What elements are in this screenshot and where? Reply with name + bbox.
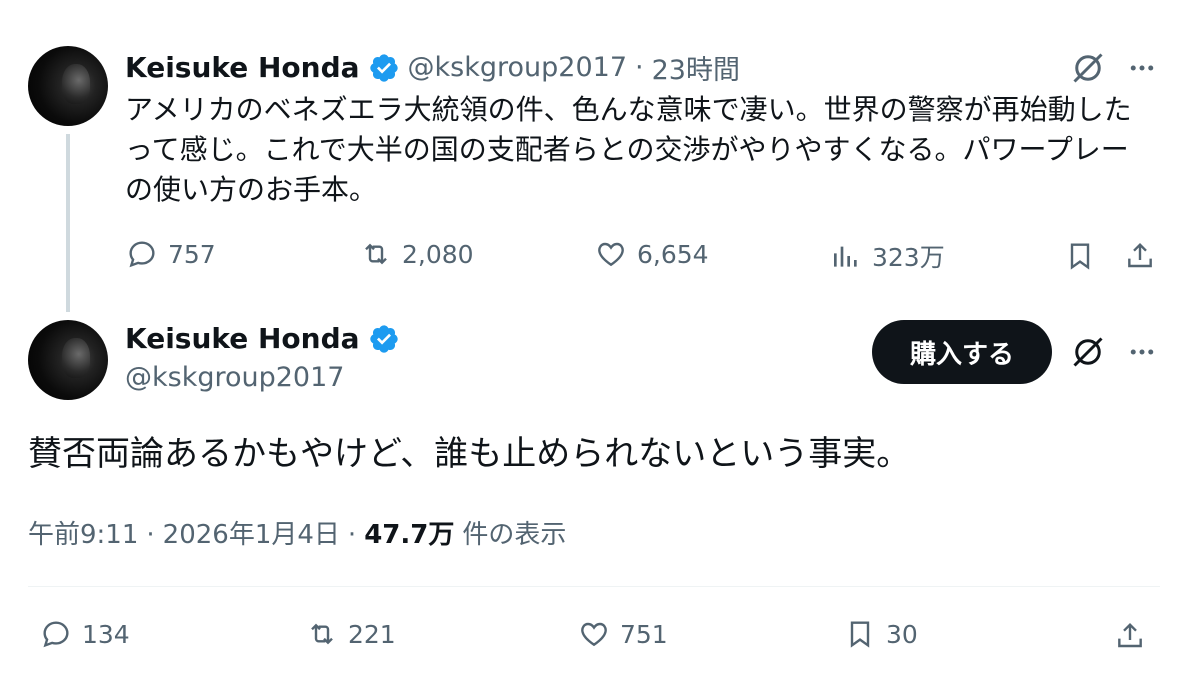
repost-count: 2,080 (402, 239, 474, 269)
repost-icon (365, 243, 387, 265)
bookmark-icon (850, 621, 870, 648)
handle[interactable]: @kskgroup2017 (408, 52, 627, 83)
more-dots-glyph (1130, 349, 1154, 355)
bookmark-count: 30 (886, 619, 918, 649)
verified-badge-icon (369, 324, 398, 353)
display-name[interactable]: Keisuke Honda (125, 322, 360, 355)
like-button[interactable]: 751 (578, 618, 668, 650)
heart-icon (598, 242, 624, 267)
share-button[interactable] (1122, 238, 1158, 274)
like-count: 6,654 (637, 239, 709, 269)
views-label: 件の表示 (462, 520, 567, 550)
repost-button[interactable]: 221 (306, 618, 396, 650)
views-button[interactable]: 323万 (830, 238, 945, 274)
tweet-text: アメリカのベネズエラ大統領の件、色んな意味で凄い。世界の警察が再始動したって感じ… (125, 93, 1132, 206)
views-count: 323万 (872, 243, 945, 272)
tweet-header: Keisuke Honda @kskgroup2017 · 23時間 (125, 48, 740, 87)
reply-count: 757 (168, 239, 216, 269)
reply-button[interactable]: 134 (40, 618, 130, 650)
avatar[interactable] (28, 46, 108, 126)
like-button[interactable]: 6,654 (595, 238, 709, 270)
tweet-date[interactable]: 2026年1月4日 (163, 514, 340, 551)
main-tweet-name-row: Keisuke Honda (125, 322, 400, 355)
more-dots-glyph (1130, 65, 1154, 71)
analytics-icon (834, 246, 857, 267)
avatar[interactable] (28, 320, 108, 400)
reply-count: 134 (82, 619, 130, 649)
separator: · (635, 52, 644, 83)
views-count: 47.7万 (364, 520, 455, 550)
verified-badge-icon (369, 53, 398, 82)
more-icon[interactable] (1122, 48, 1162, 88)
bookmark-icon (1070, 243, 1090, 270)
share-icon (1128, 242, 1152, 268)
reply-icon (129, 241, 155, 268)
buy-button[interactable]: 購入する (872, 320, 1052, 384)
timestamp[interactable]: 23時間 (652, 48, 740, 87)
tweet-meta: 午前9:11 · 2026年1月4日 · 47.7万 件の表示 (28, 514, 566, 551)
share-icon (1118, 622, 1142, 648)
display-name[interactable]: Keisuke Honda (125, 51, 360, 84)
repost-count: 221 (348, 619, 396, 649)
more-icon[interactable] (1122, 332, 1162, 372)
bookmark-button[interactable] (1062, 238, 1098, 274)
bookmark-button[interactable]: 30 (844, 618, 918, 650)
grok-icon[interactable] (1068, 332, 1108, 372)
reply-icon (43, 621, 69, 648)
grok-icon-glyph (1073, 53, 1103, 83)
grok-icon[interactable] (1068, 48, 1108, 88)
main-tweet-text: 賛否両論あるかもやけど、誰も止められないという事実。 (28, 434, 911, 474)
like-count: 751 (620, 619, 668, 649)
meta-separator: · (146, 520, 155, 550)
repost-icon (311, 623, 333, 645)
thread-line (66, 134, 70, 312)
divider (28, 586, 1160, 587)
share-button[interactable] (1112, 618, 1148, 654)
reply-button[interactable]: 757 (126, 238, 216, 270)
grok-icon-glyph (1073, 337, 1103, 367)
repost-button[interactable]: 2,080 (360, 238, 474, 270)
heart-icon (581, 622, 607, 647)
handle[interactable]: @kskgroup2017 (125, 362, 344, 393)
tweet-time[interactable]: 午前9:11 (28, 514, 138, 551)
meta-separator: · (347, 520, 357, 550)
